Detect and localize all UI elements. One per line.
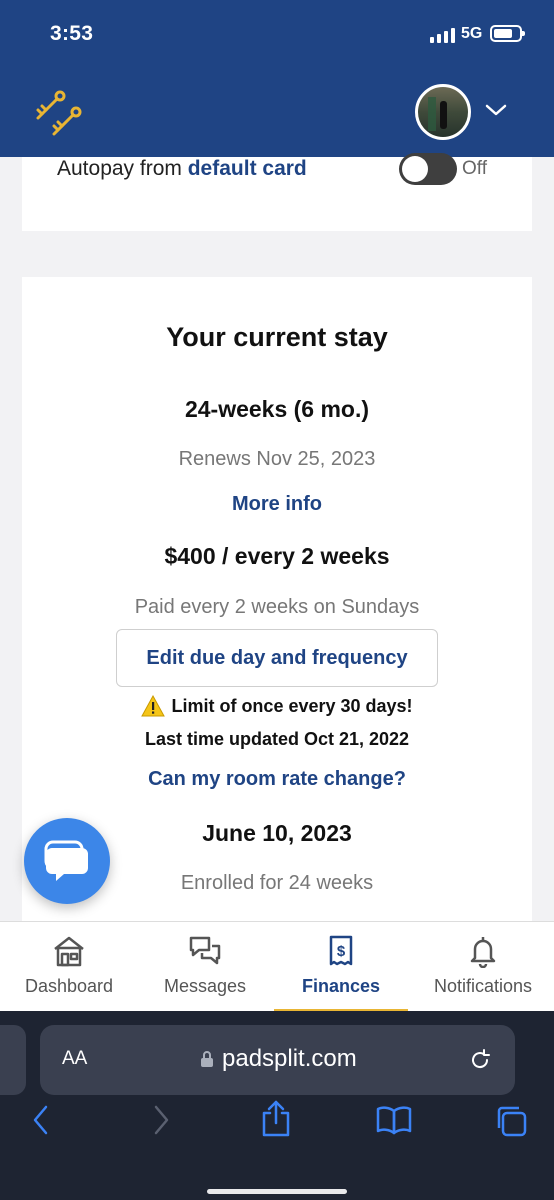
svg-text:$: $ [337,943,346,960]
bookmarks-icon[interactable] [375,1105,413,1135]
autopay-card: Autopay from default card Off [22,153,532,231]
tab-dashboard[interactable]: Dashboard [0,922,138,1012]
limit-warning: Limit of once every 30 days! [22,695,532,722]
tab-label: Finances [301,976,381,996]
tab-label: Dashboard [24,976,114,996]
status-time: 3:53 [50,22,94,45]
stay-title: Your current stay [166,322,388,352]
forward-icon[interactable] [150,1101,172,1139]
autopay-toggle[interactable] [399,153,457,185]
signal-icon [430,28,455,43]
address-bar[interactable]: AA padsplit.com [40,1025,515,1095]
keys-icon[interactable] [30,85,82,137]
battery-level [494,29,512,38]
last-updated: Last time updated Oct 21, 2022 [144,729,410,749]
network-type: 5G [461,25,483,42]
room-rate-link[interactable]: Can my room rate change? [22,768,532,791]
avatar[interactable] [415,84,471,140]
lock-icon [201,1051,213,1067]
browser-chrome: AA padsplit.com [0,1011,554,1200]
share-icon[interactable] [259,1099,293,1139]
tab-notifications[interactable]: Notifications [414,922,552,1012]
tabs-icon[interactable] [494,1104,528,1138]
previous-tab-preview[interactable] [0,1025,26,1095]
toggle-knob [402,156,428,182]
payment-schedule: Paid every 2 weeks on Sundays [134,596,420,618]
plan-length: 24-weeks (6 mo.) [184,396,370,422]
chat-button[interactable] [24,818,110,904]
chat-icon [44,840,88,881]
bell-icon [470,937,496,968]
chat-bubbles-icon [189,936,221,965]
edit-due-day-button[interactable]: Edit due day and frequency [116,629,438,687]
autopay-toggle-label: Off [462,158,487,179]
house-icon [54,936,84,967]
tab-label: Notifications [433,976,533,996]
chevron-down-icon[interactable] [484,102,508,118]
text-size-button[interactable]: AA [62,1048,87,1070]
reload-icon[interactable] [468,1048,492,1072]
url-display[interactable]: padsplit.com [200,1045,357,1073]
status-bar: 3:53 5G [0,0,554,70]
renewal-date: Renews Nov 25, 2023 [178,448,376,470]
limit-warning-text: Limit of once every 30 days! [171,695,413,716]
autopay-label: Autopay from [57,157,188,180]
back-icon[interactable] [30,1101,52,1139]
app-header-background: 3:53 5G [0,0,554,157]
default-card-link[interactable]: default card [188,157,307,180]
bottom-tab-bar: Dashboard Messages $ Finances Notificati… [0,921,554,1012]
receipt-dollar-icon: $ [329,935,353,966]
tab-label: Messages [163,976,247,996]
url-text: padsplit.com [222,1045,357,1072]
autopay-text: Autopay from default card [57,157,307,181]
warning-icon [141,695,166,717]
home-indicator [207,1189,347,1194]
tab-finances[interactable]: $ Finances [272,922,410,1012]
tab-messages[interactable]: Messages [136,922,274,1012]
battery-icon [490,25,525,42]
more-info-link[interactable]: More info [22,493,532,516]
price: $400 / every 2 weeks [164,543,390,569]
